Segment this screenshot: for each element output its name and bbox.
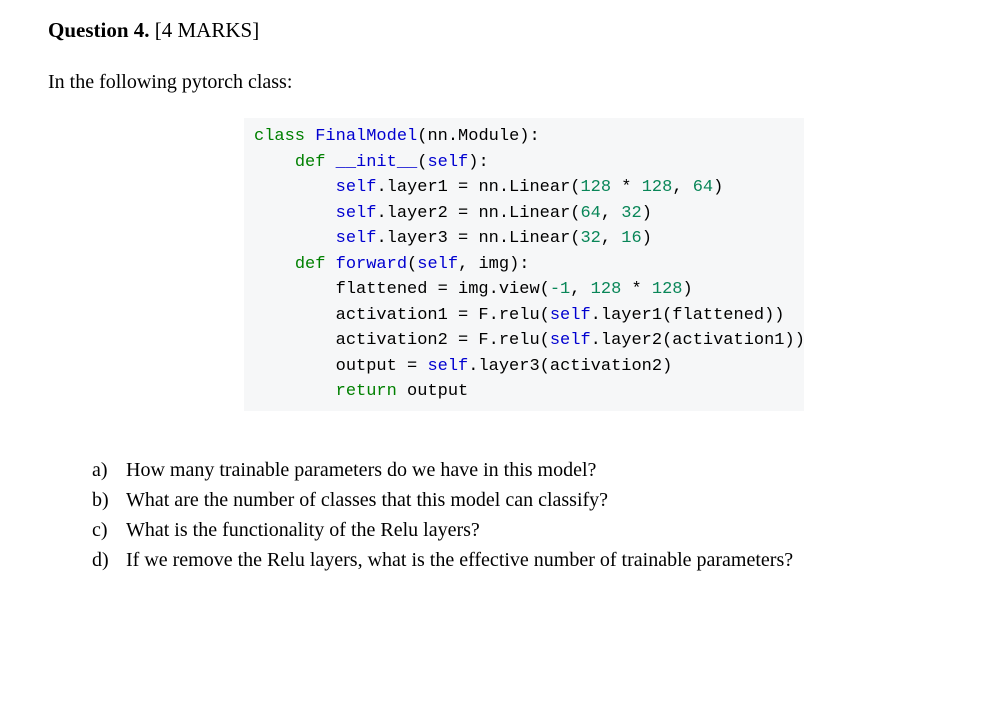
code-line-10: output = self.layer3(activation2) — [254, 354, 794, 380]
subquestions: a) How many trainable parameters do we h… — [92, 455, 948, 575]
code-line-11: return output — [254, 379, 794, 405]
subquestion-c: c) What is the functionality of the Relu… — [92, 515, 948, 545]
subquestion-marker: d) — [92, 545, 126, 575]
subquestion-a: a) How many trainable parameters do we h… — [92, 455, 948, 485]
subquestion-text: How many trainable parameters do we have… — [126, 455, 596, 485]
subquestion-text: If we remove the Relu layers, what is th… — [126, 545, 793, 575]
subquestion-d: d) If we remove the Relu layers, what is… — [92, 545, 948, 575]
code-block: class FinalModel(nn.Module): def __init_… — [244, 118, 804, 411]
code-line-3: self.layer1 = nn.Linear(128 * 128, 64) — [254, 175, 794, 201]
code-line-2: def __init__(self): — [254, 150, 794, 176]
subquestion-text: What is the functionality of the Relu la… — [126, 515, 480, 545]
subquestion-text: What are the number of classes that this… — [126, 485, 608, 515]
question-marks: [4 MARKS] — [155, 18, 259, 42]
subquestion-marker: a) — [92, 455, 126, 485]
code-line-1: class FinalModel(nn.Module): — [254, 124, 794, 150]
intro-text: In the following pytorch class: — [48, 71, 948, 94]
question-header: Question 4. [4 MARKS] — [48, 18, 948, 43]
code-line-6: def forward(self, img): — [254, 252, 794, 278]
page: Question 4. [4 MARKS] In the following p… — [0, 0, 996, 575]
subquestion-marker: b) — [92, 485, 126, 515]
code-line-8: activation1 = F.relu(self.layer1(flatten… — [254, 303, 794, 329]
code-line-9: activation2 = F.relu(self.layer2(activat… — [254, 328, 794, 354]
code-line-4: self.layer2 = nn.Linear(64, 32) — [254, 201, 794, 227]
subquestion-b: b) What are the number of classes that t… — [92, 485, 948, 515]
question-number: Question 4. — [48, 18, 150, 42]
code-line-5: self.layer3 = nn.Linear(32, 16) — [254, 226, 794, 252]
subquestion-marker: c) — [92, 515, 126, 545]
code-line-7: flattened = img.view(-1, 128 * 128) — [254, 277, 794, 303]
